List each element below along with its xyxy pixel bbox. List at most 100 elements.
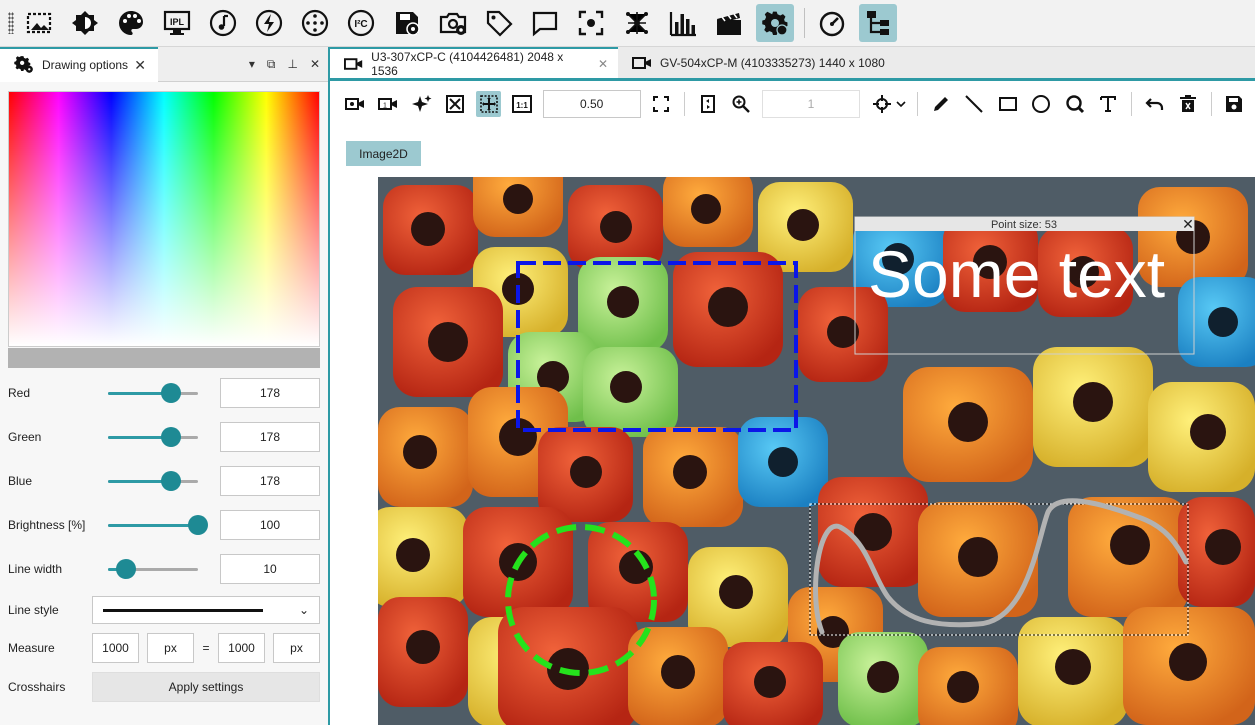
- dial-icon[interactable]: [296, 4, 334, 42]
- text-tool-icon[interactable]: [1095, 91, 1120, 117]
- tab-drawing-options[interactable]: Drawing options ✕: [0, 46, 158, 82]
- close-icon[interactable]: ✕: [134, 57, 146, 74]
- blue-slider[interactable]: [108, 471, 198, 491]
- crosshair-dropdown-icon[interactable]: [870, 91, 907, 117]
- toolbar-separator: [804, 8, 805, 38]
- camera-settings-icon[interactable]: [434, 4, 472, 42]
- zoom-input[interactable]: 0.50: [542, 90, 641, 118]
- circle-search-tool-icon[interactable]: [1062, 91, 1087, 117]
- tab-camera-2[interactable]: GV-504xCP-M (4103335273) 1440 x 1080: [618, 47, 895, 78]
- music-note-icon[interactable]: [204, 4, 242, 42]
- i2c-icon[interactable]: I²C: [342, 4, 380, 42]
- measure-value-1[interactable]: 1000: [92, 633, 139, 663]
- brightness-value-input[interactable]: 100: [220, 510, 320, 540]
- histogram-icon[interactable]: [664, 4, 702, 42]
- viewer-toolbar-separator: [917, 92, 919, 116]
- panel-tabbar: Drawing options ✕ ▾ ⧉ ⊥ ✕: [0, 46, 328, 82]
- fit-to-window-icon[interactable]: [475, 91, 502, 117]
- actual-size-icon[interactable]: 1:1: [509, 91, 534, 117]
- green-value-input[interactable]: 178: [220, 422, 320, 452]
- line-tool-icon[interactable]: [962, 91, 987, 117]
- chevron-down-icon: ⌄: [298, 603, 309, 617]
- color-picker[interactable]: [8, 91, 320, 347]
- rectangle-tool-icon[interactable]: [995, 91, 1020, 117]
- brightness-slider[interactable]: [108, 515, 208, 535]
- red-value-input[interactable]: 178: [220, 378, 320, 408]
- red-slider[interactable]: [108, 383, 198, 403]
- image2d-chip[interactable]: Image2D: [346, 141, 421, 166]
- blue-value-input[interactable]: 178: [220, 466, 320, 496]
- clear-overlay-icon[interactable]: [442, 91, 467, 117]
- sync-icon[interactable]: [695, 91, 720, 117]
- green-slider[interactable]: [108, 427, 198, 447]
- image-select-icon[interactable]: [20, 4, 58, 42]
- save-settings-icon[interactable]: [388, 4, 426, 42]
- blue-row: Blue 178: [8, 466, 320, 496]
- pencil-icon[interactable]: [928, 91, 953, 117]
- clapperboard-icon[interactable]: [710, 4, 748, 42]
- single-frame-icon[interactable]: 1: [375, 91, 400, 117]
- live-video-icon[interactable]: [342, 91, 367, 117]
- ellipse-tool-icon[interactable]: [1028, 91, 1053, 117]
- toolbar-grip[interactable]: [8, 12, 14, 34]
- viewer-toolbar-separator: [1210, 92, 1212, 116]
- save-icon[interactable]: [1222, 91, 1247, 117]
- brightness-label: Brightness [%]: [8, 518, 86, 532]
- main-toolbar: IPL I²C: [0, 0, 1255, 47]
- tab-camera-2-label: GV-504xCP-M (4103335273) 1440 x 1080: [660, 55, 885, 70]
- ipl-icon[interactable]: IPL: [158, 4, 196, 42]
- blue-label: Blue: [8, 474, 33, 488]
- viewer-toolbar: 1 1:1 0.50 1: [332, 84, 1255, 124]
- tag-icon[interactable]: [480, 4, 518, 42]
- apply-settings-button[interactable]: Apply settings: [92, 672, 320, 702]
- gear-icon: [14, 56, 33, 73]
- some-text-annotation[interactable]: Some text: [868, 237, 1165, 311]
- brightness-icon[interactable]: [66, 4, 104, 42]
- close-icon[interactable]: ✕: [1182, 216, 1194, 232]
- line-width-value-input[interactable]: 10: [220, 554, 320, 584]
- sparkle-icon[interactable]: [409, 91, 434, 117]
- red-label: Red: [8, 386, 31, 400]
- gear-icon[interactable]: [756, 4, 794, 42]
- frame-input[interactable]: 1: [761, 90, 860, 118]
- fullscreen-icon[interactable]: [649, 91, 674, 117]
- measure-value-2[interactable]: 1000: [218, 633, 265, 663]
- equals-sign: =: [202, 641, 210, 655]
- video-camera-icon: [344, 57, 363, 70]
- drawing-options-panel: Drawing options ✕ ▾ ⧉ ⊥ ✕ Red 178 Green …: [0, 46, 330, 725]
- focus-icon[interactable]: [572, 4, 610, 42]
- pin-icon[interactable]: ⊥: [287, 57, 297, 72]
- comment-icon[interactable]: [526, 4, 564, 42]
- line-style-select[interactable]: ⌄: [92, 596, 320, 624]
- close-panel-icon[interactable]: ✕: [310, 57, 320, 72]
- measure-unit-1[interactable]: px: [147, 633, 194, 663]
- video-camera-icon: [632, 56, 651, 69]
- image-viewport[interactable]: Point size: 53 ✕ Some text: [378, 177, 1255, 725]
- point-size-label: Point size: 53: [991, 219, 1057, 231]
- svg-text:1: 1: [383, 103, 387, 110]
- zoom-search-icon[interactable]: [729, 91, 754, 117]
- dropdown-arrow-icon[interactable]: ▾: [249, 57, 255, 72]
- tree-icon[interactable]: [859, 4, 897, 42]
- tab-camera-1[interactable]: U3-307xCP-C (4104426481) 2048 x 1536 ✕: [330, 47, 618, 78]
- flash-icon[interactable]: [250, 4, 288, 42]
- svg-text:1:1: 1:1: [516, 101, 528, 110]
- viewer-toolbar-separator: [684, 92, 686, 116]
- line-width-row: Line width 10: [8, 554, 320, 584]
- beads-photo: Point size: 53 ✕ Some text: [378, 177, 1255, 725]
- measure-unit-2[interactable]: px: [273, 633, 320, 663]
- brightness-row: Brightness [%] 100: [8, 510, 320, 540]
- color-swatch: [8, 348, 320, 368]
- float-window-icon[interactable]: ⧉: [267, 57, 276, 72]
- close-icon[interactable]: ✕: [598, 57, 608, 71]
- green-label: Green: [8, 430, 42, 444]
- network-icon[interactable]: [618, 4, 656, 42]
- panel-tab-label: Drawing options: [42, 58, 129, 72]
- speedometer-icon[interactable]: [813, 4, 851, 42]
- palette-icon[interactable]: [112, 4, 150, 42]
- undo-icon[interactable]: [1142, 91, 1167, 117]
- line-width-slider[interactable]: [108, 559, 198, 579]
- viewer-toolbar-separator: [1130, 92, 1132, 116]
- delete-icon[interactable]: [1175, 91, 1200, 117]
- line-width-label: Line width: [8, 562, 63, 576]
